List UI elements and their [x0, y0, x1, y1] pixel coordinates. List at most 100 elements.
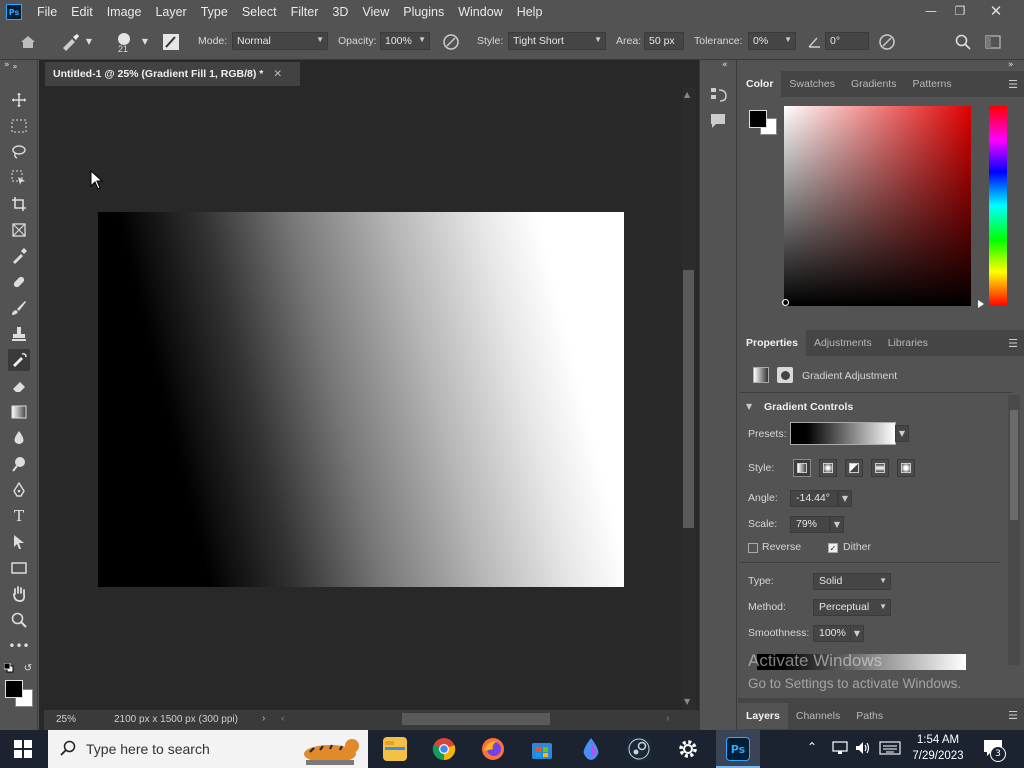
taskbar-search-box[interactable]: Type here to search	[48, 730, 368, 768]
more-tools-icon[interactable]: •••	[8, 635, 30, 657]
status-menu-chevron-icon[interactable]: ›	[262, 713, 265, 724]
toolbar-expand-icon[interactable]: »	[4, 60, 18, 72]
scroll-right-icon[interactable]: ›	[666, 713, 669, 724]
tab-libraries[interactable]: Libraries	[880, 330, 936, 356]
angle-field[interactable]: -14.44°	[790, 490, 838, 507]
comments-panel-icon[interactable]	[710, 113, 726, 132]
properties-scroll-thumb[interactable]	[1010, 410, 1018, 520]
steam-icon[interactable]	[627, 737, 651, 761]
presets-dropdown-icon[interactable]: ▼	[895, 425, 909, 442]
search-icon[interactable]	[953, 32, 973, 52]
opacity-field[interactable]: 100% ▼	[380, 32, 430, 50]
tab-layers[interactable]: Layers	[738, 702, 788, 729]
angle-field[interactable]: 0°	[825, 32, 869, 50]
menu-help[interactable]: Help	[510, 5, 550, 19]
history-brush-tool-icon[interactable]	[8, 349, 30, 371]
vertical-scroll-thumb[interactable]	[683, 270, 694, 528]
scroll-down-icon[interactable]: ▼	[684, 697, 690, 706]
restore-icon[interactable]: ❐	[949, 2, 971, 20]
paint-drop-icon[interactable]	[579, 737, 603, 761]
type-tool-icon[interactable]: T	[8, 505, 30, 527]
foreground-color-chip[interactable]	[749, 110, 767, 128]
angle-dropdown-icon[interactable]: ▼	[838, 490, 852, 507]
scale-field[interactable]: 79%	[790, 516, 830, 533]
brush-size-dropdown-icon[interactable]: ▼	[140, 36, 150, 46]
history-panel-icon[interactable]	[710, 85, 728, 106]
system-clock[interactable]: 1:54 AM 7/29/2023	[905, 732, 971, 764]
scale-dropdown-icon[interactable]: ▼	[830, 516, 844, 533]
crop-tool-icon[interactable]	[8, 193, 30, 215]
zoom-tool-icon[interactable]	[8, 609, 30, 631]
gradient-tool-icon[interactable]	[8, 401, 30, 423]
gradient-preset-preview[interactable]	[790, 422, 896, 445]
frame-tool-icon[interactable]	[8, 219, 30, 241]
settings-gear-icon[interactable]	[676, 737, 700, 761]
close-icon[interactable]: ✕	[985, 2, 1007, 20]
menu-file[interactable]: File	[30, 5, 64, 19]
workspace-icon[interactable]	[983, 32, 1003, 52]
brush-pressure-icon[interactable]	[160, 31, 182, 53]
tab-properties[interactable]: Properties	[738, 330, 806, 356]
minimize-icon[interactable]: —	[920, 2, 942, 20]
tab-color[interactable]: Color	[738, 71, 782, 97]
blur-tool-icon[interactable]	[8, 427, 30, 449]
tolerance-field[interactable]: 0% ▼	[748, 32, 796, 50]
microsoft-store-icon[interactable]	[530, 737, 554, 761]
tab-swatches[interactable]: Swatches	[781, 71, 843, 97]
lasso-tool-icon[interactable]	[8, 141, 30, 163]
pressure-opacity-icon[interactable]	[440, 31, 462, 53]
gradient-canvas[interactable]	[98, 212, 624, 587]
horizontal-scroll-thumb[interactable]	[402, 713, 550, 725]
file-explorer-icon[interactable]	[383, 737, 407, 761]
clone-stamp-tool-icon[interactable]	[8, 323, 30, 345]
healing-brush-preset-icon[interactable]	[58, 31, 82, 53]
menu-plugins[interactable]: Plugins	[396, 5, 451, 19]
tab-gradients[interactable]: Gradients	[843, 71, 905, 97]
document-tab[interactable]: Untitled-1 @ 25% (Gradient Fill 1, RGB/8…	[45, 62, 300, 86]
show-hidden-icons-chevron-icon[interactable]: ⌃	[807, 740, 817, 754]
move-tool-icon[interactable]	[8, 89, 30, 111]
chevron-down-icon[interactable]: ▼	[84, 36, 94, 46]
menu-type[interactable]: Type	[194, 5, 235, 19]
brush-tool-icon[interactable]	[8, 297, 30, 319]
tab-patterns[interactable]: Patterns	[904, 71, 959, 97]
reflected-gradient-style-icon[interactable]	[871, 459, 889, 477]
mode-dropdown[interactable]: Normal ▼	[232, 32, 328, 50]
photoshop-taskbar-icon[interactable]: Ps	[726, 737, 750, 761]
hand-tool-icon[interactable]	[8, 583, 30, 605]
zoom-level[interactable]: 25%	[56, 714, 76, 725]
hue-slider[interactable]	[989, 106, 1007, 306]
chrome-icon[interactable]	[432, 737, 456, 761]
volume-icon[interactable]	[855, 740, 871, 759]
menu-3d[interactable]: 3D	[325, 5, 355, 19]
tab-paths[interactable]: Paths	[848, 703, 891, 729]
panel-menu-icon[interactable]: ☰	[1008, 78, 1018, 91]
spot-healing-tool-icon[interactable]	[8, 271, 30, 293]
panel-menu-icon[interactable]: ☰	[1008, 337, 1018, 350]
menu-filter[interactable]: Filter	[284, 5, 326, 19]
network-icon[interactable]	[832, 740, 848, 759]
menu-select[interactable]: Select	[235, 5, 284, 19]
smoothness-field[interactable]: 100%	[813, 625, 851, 642]
keyboard-icon[interactable]	[879, 741, 901, 758]
area-field[interactable]: 50 px	[644, 32, 684, 50]
rectangle-tool-icon[interactable]	[8, 557, 30, 579]
menu-view[interactable]: View	[355, 5, 396, 19]
expand-panels-icon[interactable]: »	[1008, 60, 1014, 70]
color-picker-field[interactable]	[784, 106, 971, 306]
scroll-up-icon[interactable]: ▲	[684, 90, 690, 99]
eyedropper-tool-icon[interactable]	[8, 245, 30, 267]
smoothness-dropdown-icon[interactable]: ▼	[850, 625, 864, 642]
dodge-tool-icon[interactable]	[8, 453, 30, 475]
angle-gradient-style-icon[interactable]	[845, 459, 863, 477]
diamond-gradient-style-icon[interactable]	[897, 459, 915, 477]
pen-tool-icon[interactable]	[8, 479, 30, 501]
dither-checkbox[interactable]: ✓	[828, 543, 838, 553]
style-dropdown[interactable]: Tight Short ▼	[508, 32, 606, 50]
tab-channels[interactable]: Channels	[788, 703, 848, 729]
tab-adjustments[interactable]: Adjustments	[806, 330, 880, 356]
windows-start-icon[interactable]	[14, 740, 32, 761]
type-dropdown[interactable]: Solid ▼	[813, 573, 891, 590]
menu-image[interactable]: Image	[100, 5, 149, 19]
home-icon[interactable]	[17, 32, 39, 52]
